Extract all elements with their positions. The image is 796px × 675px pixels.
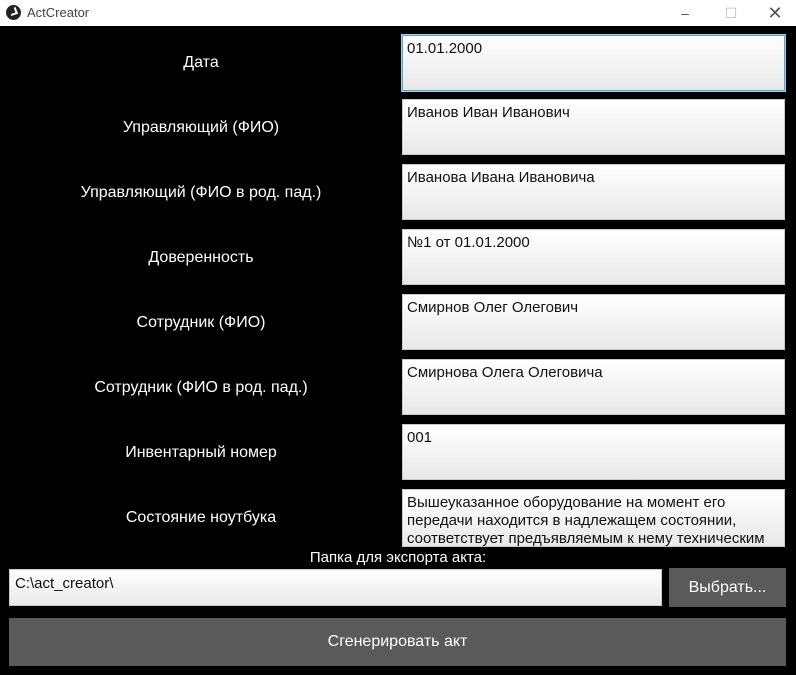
app-window: ActCreator – ☐ ✕ Дата 01.01.2000 Управля…: [0, 0, 796, 675]
power-of-attorney-label: Доверенность: [148, 249, 254, 266]
date-field[interactable]: 01.01.2000: [401, 34, 786, 92]
generate-act-button[interactable]: Сгенерировать акт: [9, 618, 786, 666]
window-title: ActCreator: [27, 5, 90, 20]
export-folder-label: Папка для экспорта акта:: [309, 549, 487, 566]
employee-genitive-field[interactable]: Смирнова Олега Олеговича: [402, 359, 785, 415]
date-label: Дата: [183, 54, 219, 71]
employee-genitive-label: Сотрудник (ФИО в род. пад.): [94, 379, 308, 396]
title-bar: ActCreator – ☐ ✕: [0, 0, 796, 26]
export-path-input[interactable]: C:\act_creator\: [9, 569, 662, 606]
employee-field[interactable]: Смирнов Олег Олегович: [402, 294, 785, 350]
minimize-button[interactable]: –: [662, 0, 708, 26]
manager-genitive-label: Управляющий (ФИО в род. пад.): [80, 184, 322, 201]
laptop-condition-field[interactable]: Вышеуказанное оборудование на момент его…: [402, 489, 785, 547]
employee-label: Сотрудник (ФИО): [136, 314, 266, 331]
close-button[interactable]: ✕: [752, 0, 796, 26]
choose-folder-button[interactable]: Выбрать...: [669, 568, 786, 607]
manager-field[interactable]: Иванов Иван Иванович: [402, 99, 785, 155]
inventory-number-field[interactable]: 001: [402, 424, 785, 480]
inventory-number-label: Инвентарный номер: [125, 444, 277, 461]
app-logo-icon: [6, 5, 21, 20]
manager-genitive-field[interactable]: Иванова Ивана Ивановича: [402, 164, 785, 220]
manager-label: Управляющий (ФИО): [122, 119, 280, 136]
power-of-attorney-field[interactable]: №1 от 01.01.2000: [402, 229, 785, 285]
laptop-condition-label: Состояние ноутбука: [125, 509, 277, 526]
maximize-button[interactable]: ☐: [708, 0, 754, 26]
